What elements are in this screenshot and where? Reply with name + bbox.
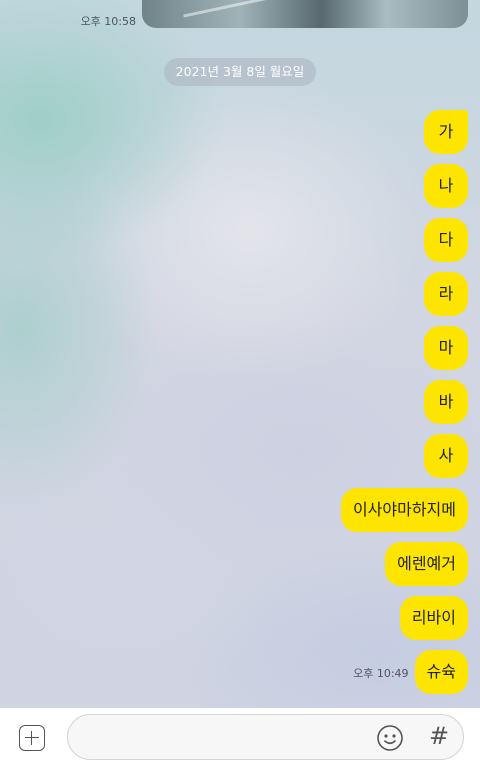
previous-photo-message[interactable] xyxy=(142,0,468,28)
message-bubble[interactable]: 나 xyxy=(424,164,468,208)
previous-message-time: 오후 10:58 xyxy=(80,15,136,28)
message-bubble[interactable]: 마 xyxy=(424,326,468,370)
message-bubble[interactable]: 사 xyxy=(424,434,468,478)
smiley-icon[interactable] xyxy=(376,724,404,752)
message-bubble[interactable]: 에렌예거 xyxy=(385,542,468,586)
message-bubble[interactable]: 가 xyxy=(424,110,468,154)
message-bubble[interactable]: 이사야마하지메 xyxy=(340,488,468,532)
message-input[interactable] xyxy=(67,714,464,760)
chat-area[interactable]: 오후 10:58 2021년 3월 8일 월요일 가 나 다 라 마 바 사 이… xyxy=(0,0,480,708)
date-divider: 2021년 3월 8일 월요일 xyxy=(164,58,316,86)
last-message-row: 오후 10:49 슈슉 xyxy=(353,650,468,694)
message-bubble[interactable]: 슈슉 xyxy=(414,650,468,694)
message-time: 오후 10:49 xyxy=(353,667,409,680)
message-group: 가 나 다 라 마 바 사 이사야마하지메 에렌예거 리바이 오후 10:49 … xyxy=(168,110,468,694)
plus-square-icon[interactable] xyxy=(19,725,45,751)
message-bubble[interactable]: 라 xyxy=(424,272,468,316)
message-bubble[interactable]: 다 xyxy=(424,218,468,262)
hash-icon[interactable]: # xyxy=(428,720,450,752)
input-bar: # xyxy=(0,708,480,765)
message-bubble[interactable]: 리바이 xyxy=(399,596,468,640)
message-bubble[interactable]: 바 xyxy=(424,380,468,424)
